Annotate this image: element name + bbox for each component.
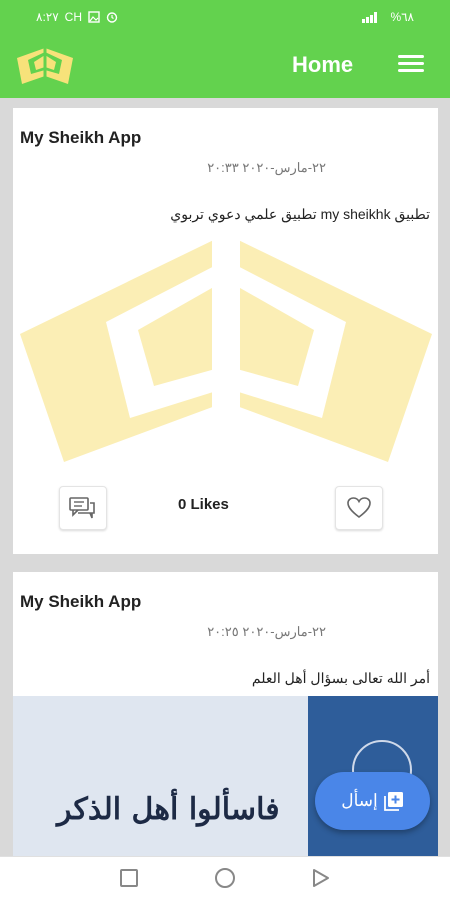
post-text: تطبيق my sheikhk تطبيق علمي دعوي تربوي <box>170 206 430 222</box>
book-logo-icon <box>17 48 73 84</box>
post-date: ٢٢-مارس-٢٠٢٠ ٢٠:٢٥ <box>207 624 326 639</box>
post-author: My Sheikh App <box>20 128 142 147</box>
signal-icon <box>362 12 378 23</box>
hamburger-menu-icon <box>398 55 424 58</box>
image-icon <box>88 11 100 23</box>
battery-text: %٦٨ <box>390 10 414 24</box>
comment-button[interactable] <box>59 486 107 530</box>
home-nav-icon[interactable] <box>215 868 235 888</box>
add-box-icon <box>383 792 403 811</box>
status-bar: ٨:٢٧ CH %٦٨ <box>0 0 450 32</box>
post-feed[interactable]: My Sheikh App ٢٢-مارس-٢٠٢٠ ٢٠:٣٣ تطبيق m… <box>0 98 450 856</box>
status-time: ٨:٢٧ <box>36 10 59 24</box>
post-image-logo[interactable] <box>16 230 436 470</box>
back-nav-icon[interactable] <box>311 868 331 888</box>
system-nav-bar <box>0 856 450 900</box>
ask-button[interactable]: إسأل <box>315 772 430 830</box>
likes-count: 0 Likes <box>178 496 229 513</box>
menu-button[interactable] <box>398 52 430 78</box>
page-title: Home <box>292 52 354 77</box>
status-carrier: CH <box>64 10 83 24</box>
app-header: ٨:٢٧ CH %٦٨ Home <box>0 0 450 98</box>
post-author: My Sheikh App <box>20 592 142 611</box>
comment-icon <box>69 497 95 519</box>
alarm-icon <box>106 12 118 23</box>
ask-button-label: إسأل <box>341 791 378 810</box>
post-date: ٢٢-مارس-٢٠٢٠ ٢٠:٣٣ <box>207 160 326 175</box>
like-button[interactable] <box>335 486 383 530</box>
heart-icon <box>347 497 371 519</box>
post-text: أمر الله تعالى بسؤال أهل العلم <box>251 670 430 686</box>
banner-text: فاسألوا أهل الذكر <box>57 792 280 827</box>
post-card: My Sheikh App ٢٢-مارس-٢٠٢٠ ٢٠:٣٣ تطبيق m… <box>13 108 438 554</box>
recent-apps-icon[interactable] <box>120 869 138 887</box>
post-actions: 0 Likes <box>13 482 438 532</box>
